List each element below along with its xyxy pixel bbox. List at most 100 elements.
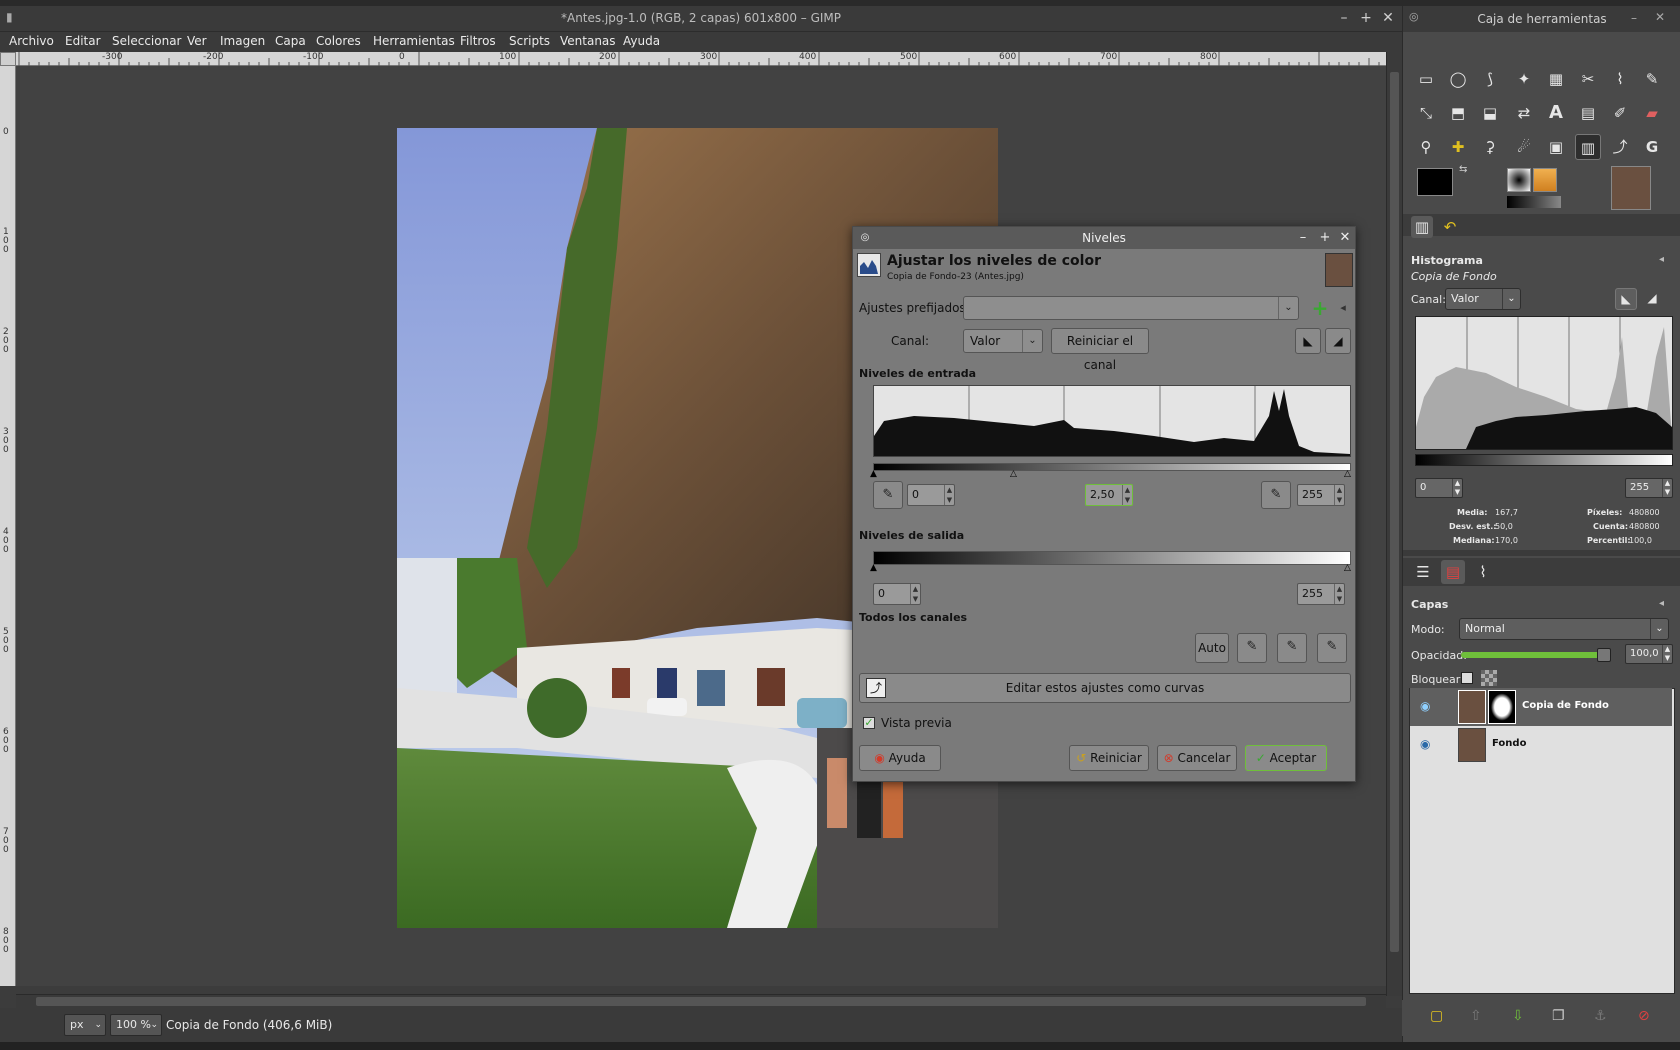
text-tool-icon[interactable]: A [1543,100,1569,126]
lock-pixels-checkbox[interactable] [1461,672,1473,684]
new-layer-icon[interactable]: ▢ [1430,1008,1443,1024]
layer-mode-select[interactable]: Normal ⌄ [1459,618,1669,640]
brush-preview-icon[interactable] [1507,168,1531,192]
spin-arrows-icon[interactable]: ▲ ▼ [1662,479,1672,497]
menu-editar[interactable]: Editar [65,34,101,48]
flip-tool-icon[interactable]: ⇄ [1511,100,1537,126]
pick-black-eyedropper-icon[interactable]: ✎ [1237,633,1267,663]
ellipse-select-tool-icon[interactable]: ◯ [1445,66,1471,92]
pick-gray-eyedropper-icon[interactable]: ✎ [1277,633,1307,663]
histogram-tab-icon[interactable]: ▥ [1411,216,1433,238]
pick-white-input-eyedropper-icon[interactable]: ✎ [1261,481,1291,509]
ruler-corner-button[interactable] [0,52,16,66]
smudge-tool-icon[interactable]: ☄ [1511,134,1537,160]
levels-tool-icon[interactable]: ▥ [1575,134,1601,160]
menu-colores[interactable]: Colores [316,34,361,48]
channel-select[interactable]: Valor ⌄ [963,329,1043,353]
dialog-menu-icon[interactable]: ◎ [857,230,873,246]
select-by-color-tool-icon[interactable]: ▦ [1543,66,1569,92]
cancel-button[interactable]: ⊗ Cancelar [1157,745,1237,771]
menu-filtros[interactable]: Filtros [460,34,496,48]
output-high-spin[interactable]: 255 ▲ ▼ [1297,583,1345,605]
opacity-slider[interactable] [1461,652,1609,658]
menu-herramientas[interactable]: Herramientas [373,34,455,48]
layers-tab-icon[interactable]: ☰ [1411,560,1435,584]
histogram-channel-select[interactable]: Valor ⌄ [1445,288,1521,310]
visibility-eye-icon[interactable]: ◉ [1420,699,1430,713]
shear-tool-icon[interactable]: ⬓ [1477,100,1503,126]
visibility-eye-icon[interactable]: ◉ [1420,737,1430,751]
panel-menu-icon[interactable]: ◂ [1659,598,1664,609]
lower-layer-icon[interactable]: ⇩ [1512,1008,1524,1024]
menu-capa[interactable]: Capa [275,34,306,48]
pick-white-eyedropper-icon[interactable]: ✎ [1317,633,1347,663]
paintbrush-tool-icon[interactable]: ✐ [1607,100,1633,126]
reset-button[interactable]: ↺ Reiniciar [1069,745,1149,771]
dodge-burn-tool-icon[interactable]: ▣ [1543,134,1569,160]
linear-histogram-icon[interactable]: ◣ [1615,288,1637,310]
blend-tool-icon[interactable]: ▤ [1575,100,1601,126]
input-gamma-handle[interactable]: △ [1010,469,1017,479]
histogram-high-spin[interactable]: 255 ▲ ▼ [1625,478,1673,498]
menu-seleccionar[interactable]: Seleccionar [112,34,181,48]
gradient-preview-icon[interactable] [1507,196,1561,208]
menu-archivo[interactable]: Archivo [9,34,54,48]
zoom-select[interactable]: 100 % ⌄ [110,1014,162,1036]
dock-close-button[interactable]: ✕ [1655,10,1665,24]
scissors-tool-icon[interactable]: ✂ [1575,66,1601,92]
linear-histogram-icon[interactable]: ◣ [1295,328,1321,354]
minimize-button[interactable]: – [1336,10,1352,26]
panel-menu-icon[interactable]: ◂ [1659,254,1664,265]
clone-tool-icon[interactable]: ⚲ [1413,134,1439,160]
dialog-minimize-button[interactable]: – [1295,230,1311,246]
vertical-scroll-thumb[interactable] [1390,72,1399,952]
menu-ver[interactable]: Ver [187,34,207,48]
log-histogram-icon[interactable]: ◢ [1641,288,1663,310]
input-gamma-spin[interactable]: 2,50 ▲ ▼ [1085,484,1133,506]
raise-layer-icon[interactable]: ⇧ [1470,1008,1482,1024]
color-picker-tool-icon[interactable]: ✎ [1639,66,1665,92]
opacity-spin[interactable]: 100,0 ▲ ▼ [1625,644,1673,664]
dock-menu-icon[interactable]: ◎ [1409,10,1419,23]
pattern-preview-icon[interactable] [1533,168,1557,192]
preview-checkbox[interactable]: ✓ [863,717,875,729]
undo-history-tab-icon[interactable]: ↶ [1439,216,1461,238]
horizontal-scroll-thumb[interactable] [36,997,1366,1006]
measure-tool-icon[interactable]: ⤡ [1413,100,1439,126]
spin-arrows-icon[interactable]: ▲ ▼ [1334,584,1344,604]
pane-separator[interactable] [1403,550,1680,556]
reset-channel-button[interactable]: Reiniciar el canal [1051,328,1149,372]
duplicate-layer-icon[interactable]: ❐ [1552,1008,1565,1024]
anchor-layer-icon[interactable]: ⚓ [1594,1008,1607,1024]
menu-scripts[interactable]: Scripts [509,34,550,48]
pick-black-input-eyedropper-icon[interactable]: ✎ [873,481,903,509]
edit-as-curves-button[interactable]: ⤴ Editar estos ajustes como curvas [859,673,1351,703]
curves-tool-icon[interactable]: ⤴ [1607,134,1633,160]
unit-select[interactable]: px ⌄ [64,1014,106,1036]
output-black-handle[interactable]: ▲ [870,563,877,573]
input-black-handle[interactable]: ▲ [870,469,877,479]
maximize-button[interactable]: + [1358,10,1374,26]
vertical-scrollbar[interactable] [1386,52,1402,996]
histogram-low-spin[interactable]: 0 ▲ ▼ [1415,478,1463,498]
auto-button[interactable]: Auto [1195,633,1229,663]
spin-arrows-icon[interactable]: ▲ ▼ [944,485,954,505]
perspective-clone-tool-icon[interactable]: ⚳ [1477,134,1503,160]
swap-colors-icon[interactable]: ⇆ [1459,164,1467,175]
dock-minimize-button[interactable]: – [1631,11,1637,25]
heal-tool-icon[interactable]: ✚ [1445,134,1471,160]
help-button[interactable]: ◉ Ayuda [859,745,941,771]
channels-tab-icon[interactable]: ▤ [1441,560,1465,584]
menu-ventanas[interactable]: Ventanas [560,34,616,48]
output-white-handle[interactable]: △ [1344,563,1351,573]
ok-button[interactable]: ✓ Aceptar [1245,745,1327,771]
input-high-spin[interactable]: 255 ▲ ▼ [1297,484,1345,506]
menu-ayuda[interactable]: Ayuda [623,34,660,48]
perspective-tool-icon[interactable]: ⬒ [1445,100,1471,126]
layer-mask-thumbnail[interactable] [1488,690,1516,724]
gegl-tool-icon[interactable]: G [1639,134,1665,160]
dialog-maximize-button[interactable]: + [1317,230,1333,246]
free-select-tool-icon[interactable]: ⟆ [1477,66,1503,92]
dialog-close-button[interactable]: ✕ [1337,230,1353,246]
spin-arrows-icon[interactable]: ▲ ▼ [1334,485,1344,505]
